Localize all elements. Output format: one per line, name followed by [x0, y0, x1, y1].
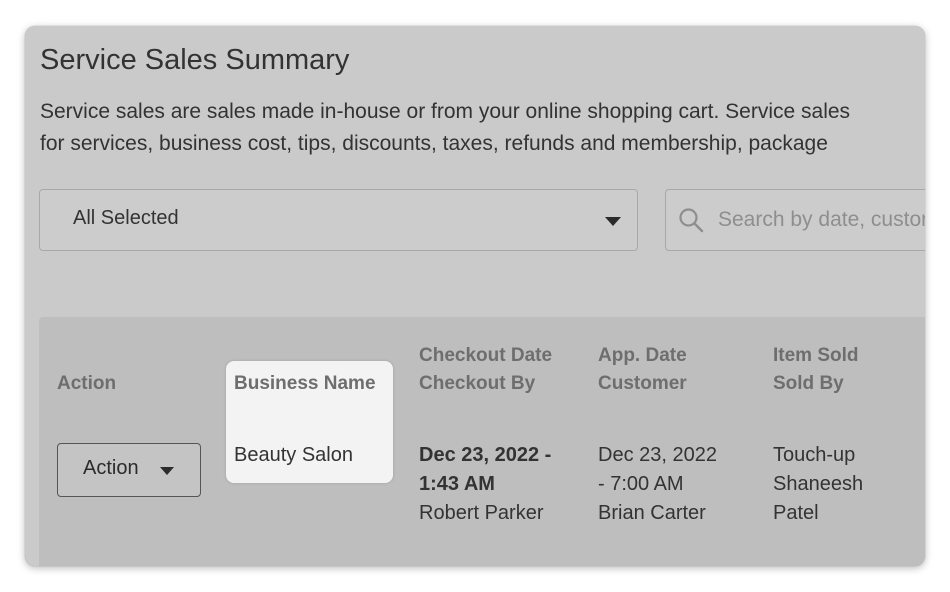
search-icon	[679, 208, 704, 233]
row-action-label: Action	[83, 457, 139, 479]
page-description: Service sales are sales made in-house or…	[40, 96, 925, 160]
search-box[interactable]	[665, 189, 925, 251]
cell-checkout-date-line1: Dec 23, 2022 -	[419, 444, 552, 466]
caret-down-icon	[160, 467, 174, 475]
cell-app-date-line1: Dec 23, 2022	[598, 444, 717, 466]
chevron-down-icon	[605, 217, 621, 226]
service-sales-window: Service Sales Summary Service sales are …	[25, 26, 925, 566]
header-item-sold[interactable]: Item Sold	[773, 342, 859, 370]
cell-customer: Brian Carter	[598, 502, 706, 524]
cell-sold-by-line1: Shaneesh	[773, 473, 864, 495]
description-line-2: for services, business cost, tips, disco…	[40, 132, 828, 155]
header-action: Action	[57, 373, 117, 394]
row-action-button[interactable]: Action	[57, 443, 201, 497]
header-sold-by[interactable]: Sold By	[773, 370, 844, 398]
cell-app-date-line2: - 7:00 AM	[598, 473, 684, 495]
cell-checkout-date-line2: 1:43 AM	[419, 473, 495, 495]
header-app-date[interactable]: App. Date	[598, 342, 687, 370]
cell-checkout-by: Robert Parker	[419, 502, 544, 524]
description-line-1: Service sales are sales made in-house or…	[40, 100, 851, 123]
header-checkout-date[interactable]: Checkout Date	[419, 342, 552, 370]
page-title: Service Sales Summary	[40, 44, 350, 76]
header-customer[interactable]: Customer	[598, 370, 687, 398]
cell-sold-by-line2: Patel	[773, 502, 819, 524]
business-filter-value: All Selected	[73, 207, 179, 229]
business-filter-select[interactable]: All Selected	[39, 189, 638, 251]
cell-business-name: Beauty Salon	[234, 444, 353, 466]
header-business-name[interactable]: Business Name	[234, 370, 376, 398]
search-input[interactable]	[718, 204, 925, 236]
cell-item-sold: Touch-up	[773, 444, 856, 466]
header-checkout-by[interactable]: Checkout By	[419, 370, 535, 398]
sales-table: Action Business Name Checkout Date Check…	[39, 317, 925, 566]
